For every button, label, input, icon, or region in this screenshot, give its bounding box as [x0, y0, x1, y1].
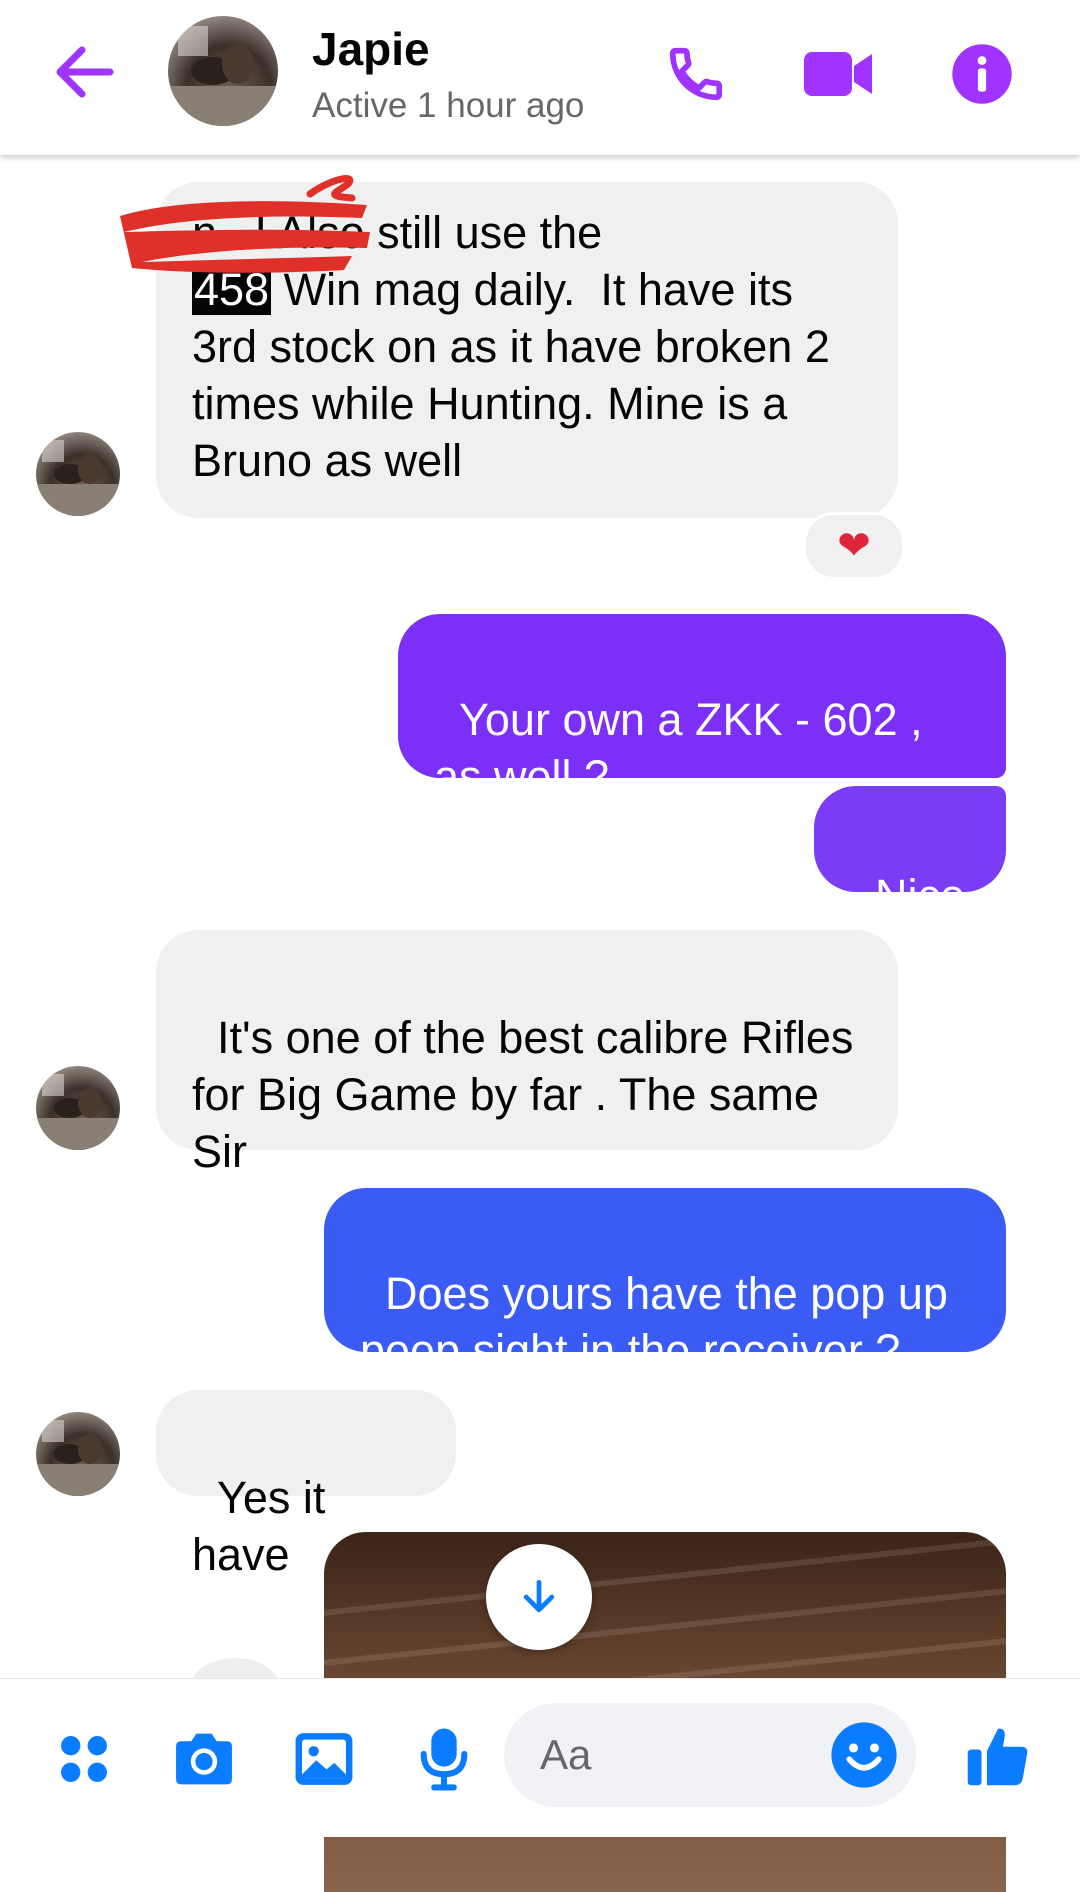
- like-button[interactable]: [962, 1719, 1034, 1791]
- sender-avatar[interactable]: [36, 432, 120, 516]
- message-text: It's one of the best calibre Rifles for …: [192, 1012, 866, 1177]
- camera-button[interactable]: [168, 1723, 240, 1795]
- info-icon: [952, 44, 1012, 104]
- thumbs-up-icon: [967, 1728, 1028, 1786]
- outgoing-message[interactable]: Nice !: [814, 786, 1006, 978]
- message-text: Win mag daily. It have its 3rd stock on …: [192, 264, 843, 486]
- camera-icon: [176, 1733, 232, 1785]
- sender-avatar[interactable]: [36, 1066, 120, 1150]
- message-composer: [0, 1678, 1080, 1837]
- message-reaction[interactable]: ❤: [803, 512, 905, 580]
- outgoing-message[interactable]: Your own a ZKK - 602 , as well ?: [398, 614, 1006, 802]
- back-button[interactable]: [52, 44, 116, 100]
- smiley-icon: [831, 1722, 897, 1788]
- sender-avatar[interactable]: [36, 1412, 120, 1496]
- outgoing-message[interactable]: Does yours have the pop up peep sight in…: [324, 1188, 1006, 1376]
- microphone-icon: [420, 1728, 468, 1791]
- contact-avatar[interactable]: [168, 16, 278, 126]
- gallery-button[interactable]: [288, 1723, 360, 1795]
- red-scribble-redaction: [120, 175, 370, 273]
- scroll-to-bottom-button[interactable]: [486, 1544, 592, 1650]
- incoming-message[interactable]: Yes it have: [156, 1390, 456, 1580]
- incoming-message[interactable]: It's one of the best calibre Rifles for …: [156, 930, 898, 1177]
- four-dots-icon: [61, 1736, 107, 1782]
- conversation-header: Japie Active 1 hour ago: [0, 0, 1080, 155]
- image-icon: [295, 1733, 353, 1785]
- contact-name[interactable]: Japie: [312, 22, 430, 76]
- conversation-info-button[interactable]: [944, 38, 1020, 110]
- arrow-down-icon: [523, 1579, 555, 1613]
- voice-call-button[interactable]: [658, 38, 734, 110]
- voice-message-button[interactable]: [408, 1723, 480, 1795]
- emoji-button[interactable]: [830, 1721, 898, 1789]
- video-call-button[interactable]: [800, 38, 876, 110]
- arrow-left-icon: [56, 46, 114, 98]
- phone-icon: [669, 47, 723, 101]
- message-text: Yes it have: [192, 1472, 338, 1580]
- video-camera-icon: [804, 52, 872, 96]
- heart-icon: ❤: [837, 524, 871, 568]
- message-text: Does yours have the pop up peep sight in…: [360, 1268, 961, 1376]
- active-status: Active 1 hour ago: [312, 86, 585, 125]
- more-actions-button[interactable]: [48, 1723, 120, 1795]
